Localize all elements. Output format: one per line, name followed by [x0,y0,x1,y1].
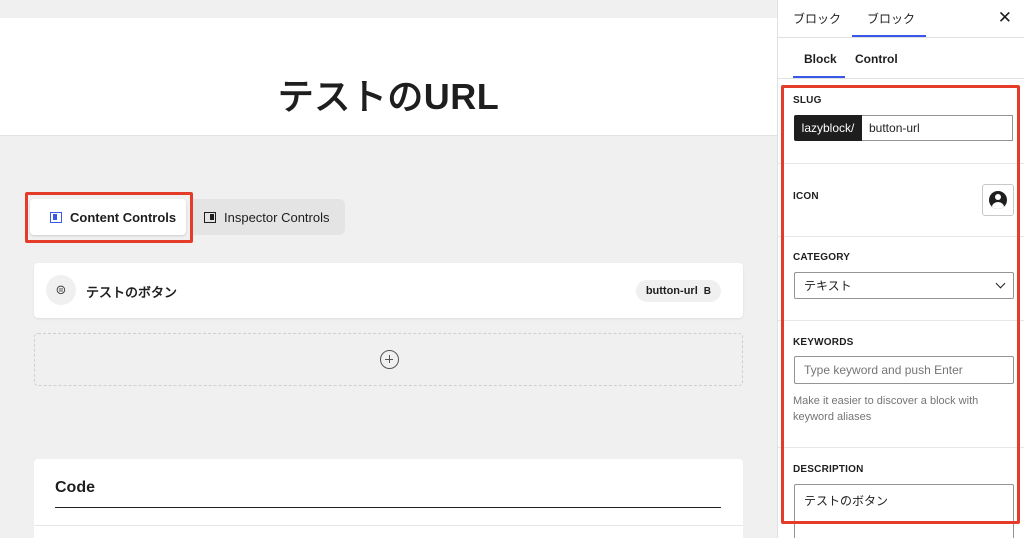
inspector-layout-icon [204,211,216,223]
tab-block[interactable]: Block [804,52,837,66]
add-control-area[interactable] [34,333,743,386]
control-row[interactable]: ⊜ テストのボタン button-url B [34,263,743,318]
sidebar-tab-1[interactable]: ブロック [793,10,841,27]
title-card: テストのURL [0,18,777,136]
highlight-sidebar-settings [781,85,1020,524]
control-name-badge[interactable]: button-url B [635,280,721,302]
active-sub-tab-indicator [793,76,845,78]
tab-inspector-controls[interactable]: Inspector Controls [190,199,345,235]
tab-control[interactable]: Control [855,52,898,66]
control-name-text: button-url [645,285,698,297]
sidebar-sub-tabs: Block Control [778,38,1024,79]
sidebar-tabs: ブロック ブロック ✕ [778,0,1024,38]
block-icon: B [703,285,711,297]
code-title-underline [55,507,721,508]
add-circle-icon[interactable] [380,350,399,369]
tab-inspector-controls-label: Inspector Controls [224,209,330,225]
active-tab-indicator [852,35,926,37]
code-panel-divider [34,525,743,526]
highlight-content-controls [25,192,193,243]
sidebar-tab-2[interactable]: ブロック [867,10,915,27]
page-title[interactable]: テストのURL [0,68,777,120]
code-panel: Code [34,459,743,538]
control-label: テストのボタン [86,285,178,300]
link-button-icon: ⊜ [46,275,76,305]
editor-canvas: テストのURL Content Controls Inspector Contr… [0,0,777,538]
close-icon[interactable]: ✕ [998,8,1012,28]
code-panel-title: Code [55,479,95,496]
